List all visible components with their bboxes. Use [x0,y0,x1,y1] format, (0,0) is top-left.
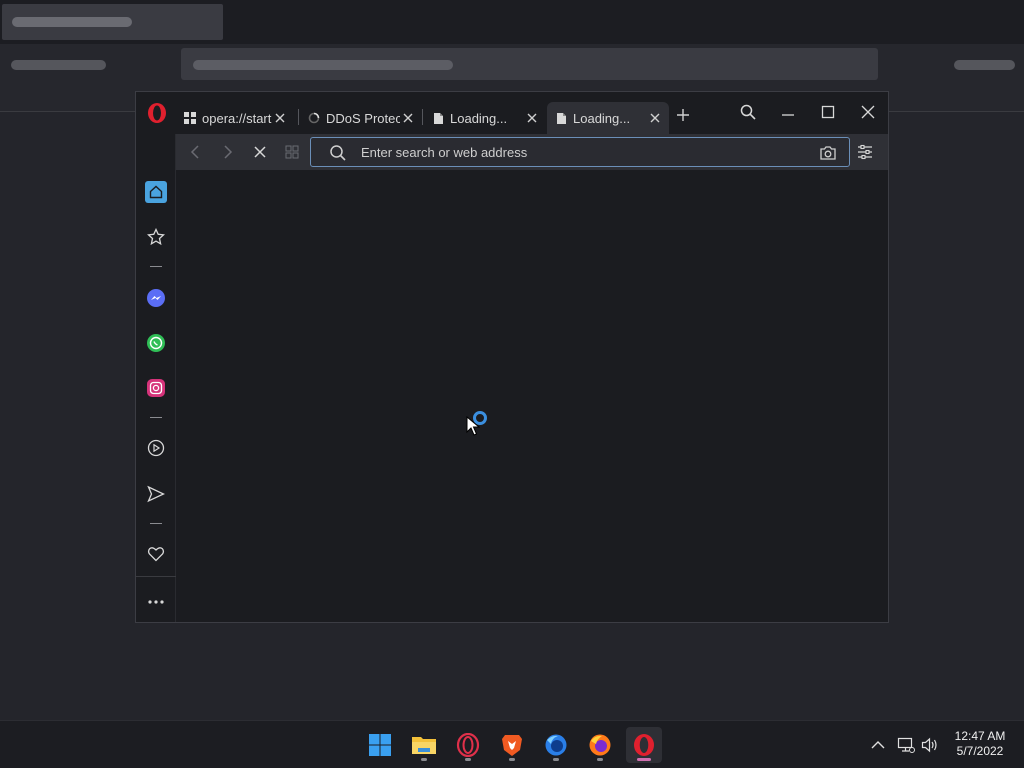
running-indicator [421,758,427,761]
windows-start-icon[interactable] [362,727,398,763]
tab-opera-startpage[interactable]: opera://startp [176,102,294,134]
opera-logo-icon[interactable] [146,102,168,124]
instagram-icon[interactable] [145,377,167,399]
tab-close-icon[interactable] [524,110,540,126]
tab-label: opera://startp [202,110,272,126]
tab-grid-icon[interactable] [283,143,301,161]
tab-loading-1[interactable]: Loading... [424,102,546,134]
player-icon[interactable] [145,437,167,459]
sidebar-divider [150,523,162,524]
close-window-icon[interactable] [856,100,880,124]
tab-separator [422,109,423,125]
clock-date: 5/7/2022 [956,744,1004,758]
running-indicator [509,758,515,761]
flow-send-icon[interactable] [145,483,167,505]
opera-icon[interactable] [626,727,662,763]
stop-loading-icon[interactable] [251,143,269,161]
background-blur-right [954,60,1015,70]
chevron-up-icon[interactable] [868,735,888,755]
tab-separator [298,109,299,125]
messenger-icon[interactable] [145,287,167,309]
tab-close-icon[interactable] [400,110,416,126]
whatsapp-icon[interactable] [145,332,167,354]
running-indicator [465,758,471,761]
document-icon [432,112,444,124]
more-dots-icon[interactable] [145,591,167,613]
heart-icon[interactable] [145,543,167,565]
sidebar-divider [136,576,176,577]
running-indicator [597,758,603,761]
tab-loading-active[interactable]: Loading... [547,102,669,134]
minimize-icon[interactable] [776,100,800,124]
tab-ddos-protection[interactable]: DDoS Protect [300,102,422,134]
firefox-icon[interactable] [582,727,618,763]
brave-icon[interactable] [494,727,530,763]
snapshot-camera-icon[interactable] [819,144,837,162]
background-title-blur [2,4,223,40]
address-input[interactable] [361,143,801,161]
navigation-toolbar [176,134,888,170]
background-blur-left [11,60,106,70]
file-explorer-icon[interactable] [406,727,442,763]
sidebar [136,134,176,622]
new-tab-plus-icon[interactable] [674,106,692,124]
sidebar-divider [150,266,162,267]
volume-icon[interactable] [920,735,940,755]
tab-close-icon[interactable] [272,110,288,126]
search-tabs-icon[interactable] [736,100,760,124]
browser-window: opera://startp DDoS Protect Loading... L… [135,91,889,623]
grid-icon [184,112,196,124]
tab-label: Loading... [450,110,508,126]
firefox-developer-icon[interactable] [538,727,574,763]
system-clock[interactable]: 12:47 AM 5/7/2022 [944,729,1016,759]
tab-label: DDoS Protect [326,110,400,126]
tab-close-icon[interactable] [647,110,663,126]
maximize-icon[interactable] [816,100,840,124]
page-content[interactable] [176,170,888,622]
tab-label: Loading... [573,110,631,126]
back-icon[interactable] [186,143,204,161]
home-icon[interactable] [145,181,167,203]
search-icon [330,145,346,161]
clock-time: 12:47 AM [954,729,1006,743]
network-icon[interactable] [896,735,916,755]
easy-setup-sliders-icon[interactable] [856,143,874,161]
running-indicator [553,758,559,761]
address-bar[interactable] [310,137,850,167]
mouse-cursor-icon [466,416,480,436]
document-icon [555,112,567,124]
loading-spinner-icon [308,112,320,124]
tab-strip: opera://startp DDoS Protect Loading... L… [136,92,888,134]
bookmarks-icon[interactable] [145,226,167,248]
taskbar: 12:47 AM 5/7/2022 [0,720,1024,768]
sidebar-divider [150,417,162,418]
background-address-blur [181,48,878,80]
active-indicator [637,758,651,761]
forward-icon[interactable] [219,143,237,161]
opera-gx-icon[interactable] [450,727,486,763]
